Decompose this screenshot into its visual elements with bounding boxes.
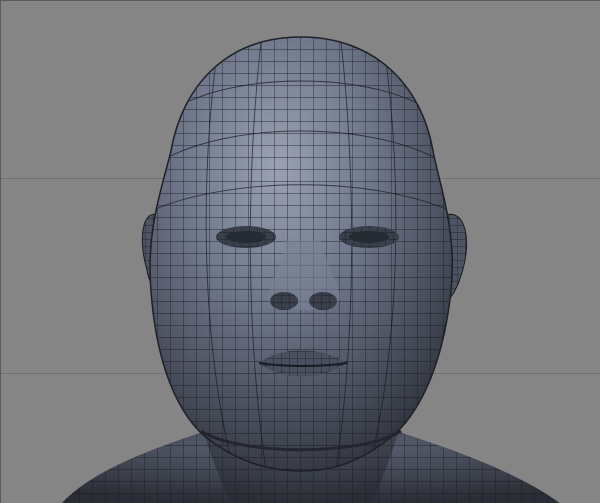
right-eye-mesh — [339, 226, 399, 248]
3d-viewport[interactable] — [0, 0, 600, 503]
left-eye-mesh — [216, 226, 276, 248]
head-mesh-model[interactable] — [1, 1, 600, 503]
